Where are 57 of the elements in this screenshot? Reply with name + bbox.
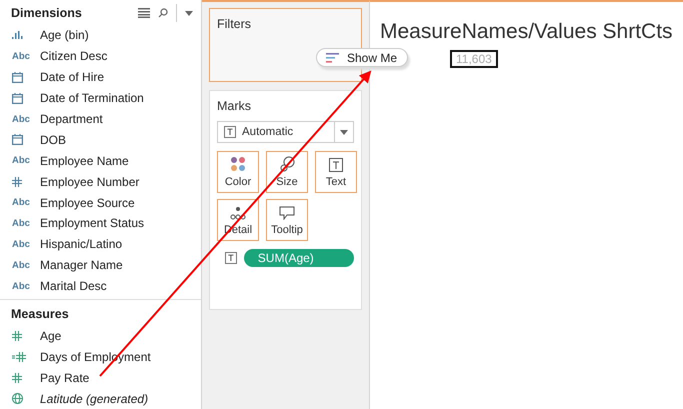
bin-icon xyxy=(12,31,24,40)
measure-field[interactable]: Age xyxy=(0,325,201,346)
measure-field[interactable]: Pay Rate xyxy=(0,367,201,388)
dropdown-caret-icon xyxy=(340,130,348,134)
calculated-hash-icon xyxy=(12,352,26,362)
string-type-icon: Abc xyxy=(12,280,30,292)
list-view-icon[interactable] xyxy=(138,8,150,18)
text-mark-icon: T xyxy=(224,126,236,138)
string-type-icon: Abc xyxy=(12,238,30,250)
hash-icon xyxy=(12,372,22,383)
dimension-field[interactable]: Abc Employee Name xyxy=(0,150,201,172)
value-cell: 11,603 xyxy=(450,50,498,68)
dimension-field[interactable]: DOB xyxy=(0,129,201,150)
string-type-icon: Abc xyxy=(12,197,30,208)
dimension-field[interactable]: Abc Department xyxy=(0,108,201,130)
string-type-icon: Abc xyxy=(12,114,30,124)
measure-field[interactable]: Latitude (generated) xyxy=(0,388,201,409)
shelf-title: Filters xyxy=(217,17,252,31)
dimension-field[interactable]: Date of Termination xyxy=(0,88,201,109)
color-dots-icon xyxy=(230,156,246,172)
text-encoding-icon: T xyxy=(225,252,237,264)
dimension-field[interactable]: Abc Citizen Desc xyxy=(0,46,201,67)
circles-icon xyxy=(279,156,295,172)
section-title: Measures xyxy=(11,306,69,320)
globe-icon xyxy=(12,393,23,404)
section-title: Dimensions xyxy=(11,6,82,20)
search-icon[interactable] xyxy=(158,8,168,18)
string-type-icon: Abc xyxy=(12,155,30,166)
shelf-title: Marks xyxy=(217,99,252,113)
calendar-icon xyxy=(12,134,23,146)
speech-bubble-icon xyxy=(279,206,295,220)
calendar-icon xyxy=(12,92,23,104)
dimension-field[interactable]: Age (bin) xyxy=(0,25,201,46)
hash-icon xyxy=(12,330,22,341)
hash-icon xyxy=(12,176,22,187)
dimension-field[interactable]: Abc Employment Status xyxy=(0,213,201,234)
dimension-field[interactable]: Date of Hire xyxy=(0,66,201,88)
dropdown-caret-icon[interactable] xyxy=(185,10,193,16)
text-icon xyxy=(329,158,343,172)
color-mark-button[interactable]: Color xyxy=(217,151,259,193)
dimension-field[interactable]: Abc Manager Name xyxy=(0,254,201,276)
dimension-field[interactable]: Abc Marital Desc xyxy=(0,276,201,297)
dimension-field[interactable]: Abc Employee Source xyxy=(0,192,201,214)
dimension-field[interactable]: Employee Number xyxy=(0,171,201,192)
show-me-icon xyxy=(326,52,340,62)
string-type-icon: Abc xyxy=(12,50,30,62)
detail-dots-icon xyxy=(230,206,246,220)
calendar-icon xyxy=(12,72,23,83)
string-type-icon: Abc xyxy=(12,218,30,229)
size-mark-button[interactable]: Size xyxy=(266,151,308,193)
sheet-title: MeasureNames/Values ShrtCts xyxy=(380,20,673,44)
tooltip-mark-button[interactable]: Tooltip xyxy=(266,199,308,241)
show-me-drag-tooltip[interactable]: Show Me xyxy=(316,48,408,67)
mark-type-dropdown[interactable]: T Automatic xyxy=(217,121,354,143)
text-mark-button[interactable]: Text xyxy=(315,151,357,193)
dimension-field[interactable]: Abc Hispanic/Latino xyxy=(0,234,201,255)
string-type-icon: Abc xyxy=(12,260,30,271)
